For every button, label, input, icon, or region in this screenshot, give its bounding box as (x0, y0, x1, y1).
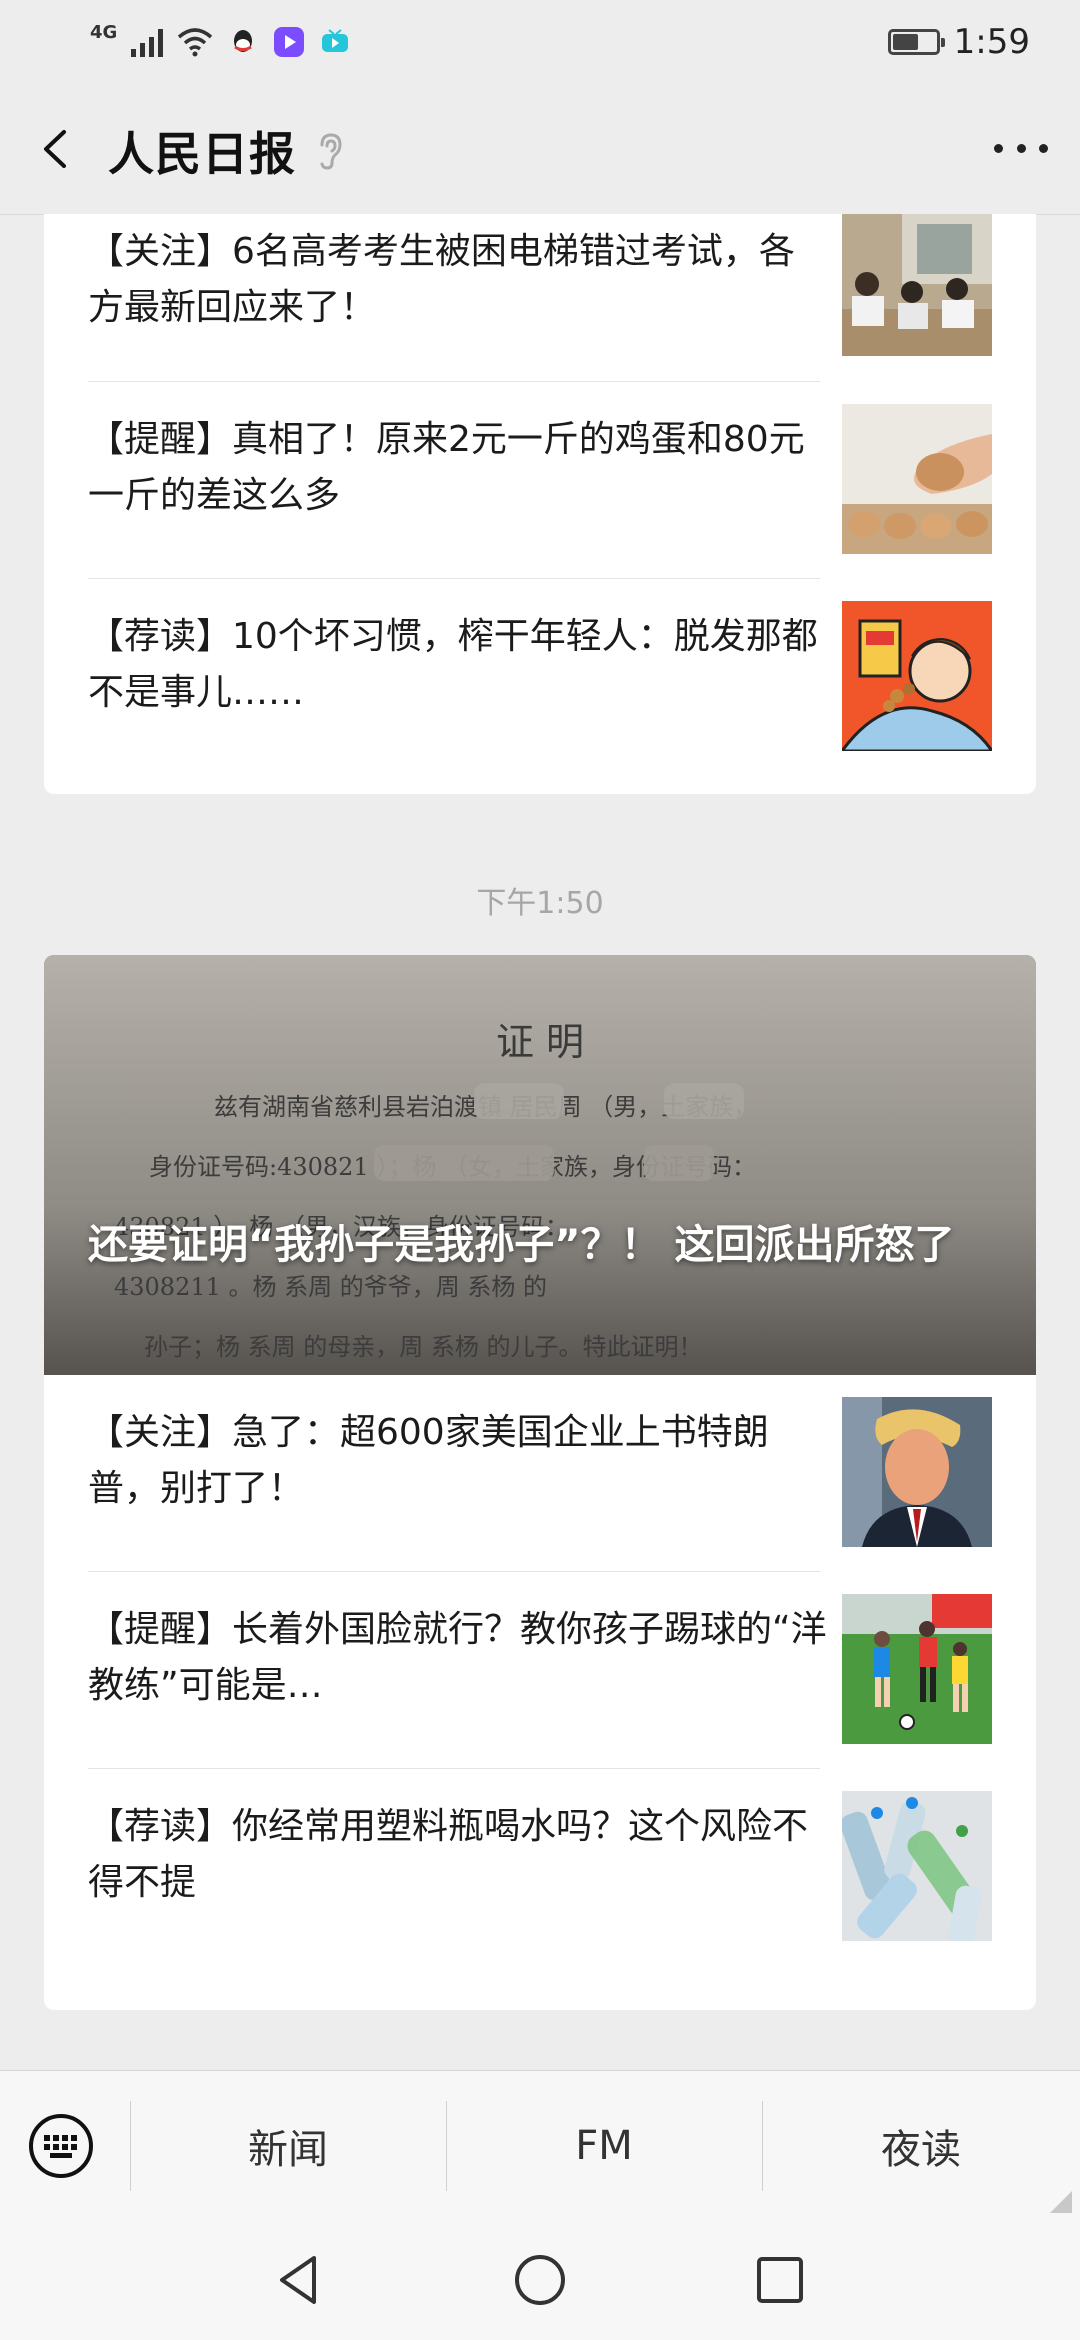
ear-icon[interactable] (314, 131, 346, 171)
soccer-photo (842, 1594, 992, 1744)
video-app-icon (274, 27, 305, 57)
svg-text:孙子；杨 系周 的母亲，周: 孙子；杨 系周 的母亲，周 系杨 的儿子。特此证明！ (144, 1333, 703, 1361)
students-photo (842, 214, 992, 356)
doc-heading: 证 明 (496, 1020, 584, 1064)
article-card-top: 【关注】6名高考考生被困电梯错过考试，各方最新回应来了！ 【提醒】真相了！原来2… (44, 214, 1036, 794)
nav-back-icon[interactable] (270, 2250, 330, 2310)
nav-home-icon[interactable] (510, 2250, 570, 2310)
header: 人民日报 (0, 84, 1080, 215)
wifi-icon (178, 28, 213, 57)
bottles-photo (842, 1791, 992, 1941)
back-icon[interactable] (32, 124, 82, 174)
system-nav-bar (0, 2220, 1080, 2340)
menu-item-fm[interactable]: FM (446, 2101, 762, 2191)
cover-image: 证 明 兹有湖南省慈利县岩泊渡镇 居民周 （男，土家族， 身份证号码:43082… (44, 955, 1036, 1375)
more-icon[interactable] (994, 136, 1048, 160)
clock: 1:59 (953, 22, 1030, 62)
title-group: 人民日报 (108, 118, 346, 184)
article-title[interactable]: 【提醒】真相了！原来2元一斤的鸡蛋和80元一斤的差这么多 (88, 412, 828, 524)
status-bar: 4G 1:59 (0, 0, 1080, 84)
eggs-photo (842, 404, 992, 554)
article-title[interactable]: 【荐读】你经常用塑料瓶喝水吗？这个风险不得不提 (88, 1799, 828, 1911)
cover-title[interactable]: 还要证明“我孙子是我孙子”？！ 这回派出所怒了 (88, 1217, 1008, 1273)
cover-article[interactable]: 证 明 兹有湖南省慈利县岩泊渡镇 居民周 （男，土家族， 身份证号码:43082… (44, 955, 1036, 1375)
tv-app-icon (322, 29, 349, 52)
signal-icon (131, 27, 164, 57)
bottom-menu: 新闻 FM 夜读 (0, 2070, 1080, 2221)
list-item[interactable]: 【荐读】你经常用塑料瓶喝水吗？这个风险不得不提 (44, 1769, 1036, 2010)
list-item[interactable]: 【关注】急了：超600家美国企业上书特朗普，别打了！ (44, 1375, 1036, 1572)
nav-recents-icon[interactable] (750, 2250, 810, 2310)
keyboard-icon[interactable] (28, 2113, 94, 2179)
qq-icon (234, 30, 253, 52)
battery-icon (887, 29, 945, 55)
menu-item-night-read[interactable]: 夜读 (762, 2101, 1080, 2191)
menu-item-news[interactable]: 新闻 (130, 2101, 446, 2191)
message-timestamp: 下午1:50 (476, 886, 604, 921)
list-item[interactable]: 【提醒】长着外国脸就行？教你孩子踢球的“洋教练”可能是… (44, 1572, 1036, 1769)
status-left: 4G (90, 18, 351, 66)
network-type: 4G (90, 21, 118, 43)
page-title: 人民日报 (108, 127, 296, 181)
article-title[interactable]: 【关注】6名高考考生被困电梯错过考试，各方最新回应来了！ (88, 224, 828, 336)
article-title[interactable]: 【荐读】10个坏习惯，榨干年轻人：脱发那都不是事儿…… (88, 609, 828, 721)
portrait-photo (842, 1397, 992, 1547)
article-card-bottom: 证 明 兹有湖南省慈利县岩泊渡镇 居民周 （男，土家族， 身份证号码:43082… (44, 955, 1036, 2010)
article-title[interactable]: 【关注】急了：超600家美国企业上书特朗普，别打了！ (88, 1405, 828, 1517)
cartoon-illustration (842, 601, 992, 751)
svg-text:4308211 。杨: 4308211 。杨 系周 的爷爷，周 系杨 的 (114, 1273, 547, 1301)
list-item[interactable]: 【荐读】10个坏习惯，榨干年轻人：脱发那都不是事儿…… (44, 579, 1036, 794)
list-item[interactable]: 【关注】6名高考考生被困电梯错过考试，各方最新回应来了！ (44, 214, 1036, 382)
resize-corner (1050, 2191, 1072, 2213)
list-item[interactable]: 【提醒】真相了！原来2元一斤的鸡蛋和80元一斤的差这么多 (44, 382, 1036, 579)
status-right: 1:59 (887, 18, 1030, 66)
article-title[interactable]: 【提醒】长着外国脸就行？教你孩子踢球的“洋教练”可能是… (88, 1602, 828, 1714)
